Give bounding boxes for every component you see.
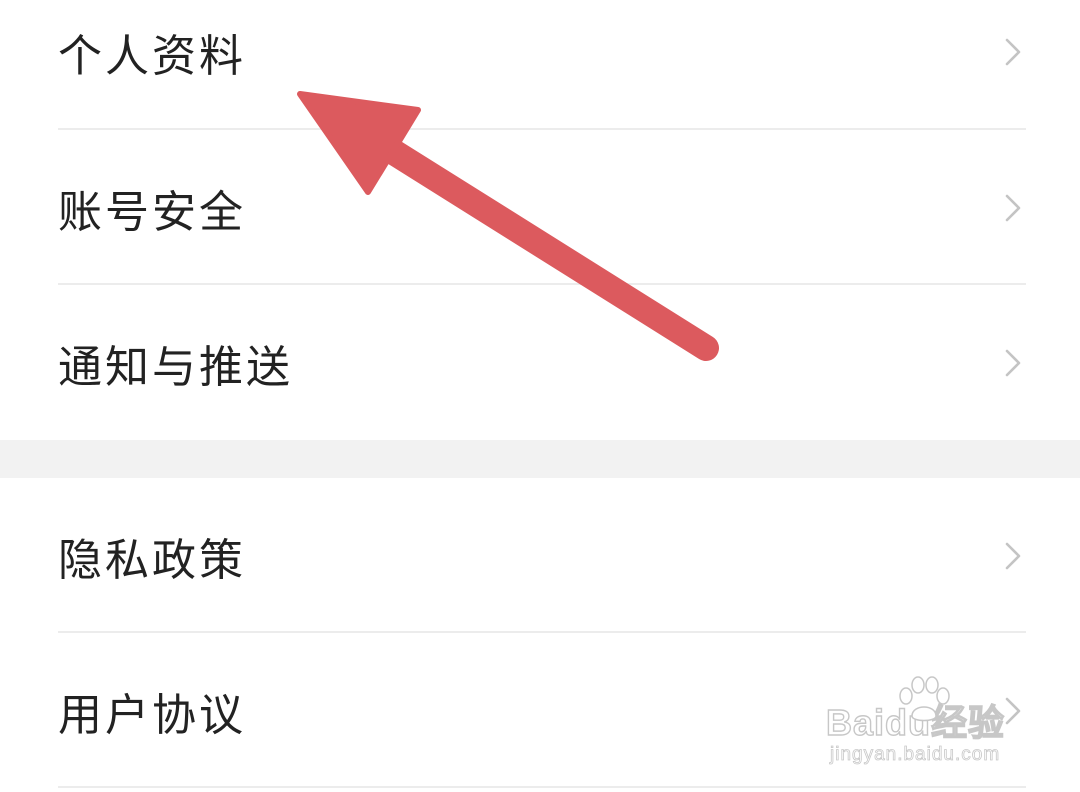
settings-item-notifications[interactable]: 通知与推送 <box>0 285 1080 440</box>
watermark-url: jingyan.baidu.com <box>830 744 1001 766</box>
section-gap <box>0 440 1080 478</box>
settings-item-privacy-policy[interactable]: 隐私政策 <box>0 478 1080 633</box>
chevron-right-icon <box>1005 542 1021 569</box>
row-divider <box>58 786 1026 788</box>
settings-item-label: 个人资料 <box>58 31 246 82</box>
settings-group-account: 个人资料 账号安全 通知与推送 <box>0 0 1080 440</box>
settings-screen: 个人资料 账号安全 通知与推送 隐私政策 用户协议 Baidu经验 jingya… <box>0 0 1080 792</box>
settings-item-label: 隐私政策 <box>58 534 246 586</box>
chevron-right-icon <box>1005 38 1021 66</box>
chevron-right-icon <box>1005 349 1021 376</box>
baidu-jingyan-watermark: Baidu经验 jingyan.baidu.com <box>825 676 1026 776</box>
settings-item-profile[interactable]: 个人资料 <box>0 0 1080 130</box>
settings-item-label: 用户协议 <box>58 689 246 741</box>
settings-item-label: 账号安全 <box>58 186 246 238</box>
chevron-right-icon <box>1005 194 1021 221</box>
settings-item-label: 通知与推送 <box>58 341 293 393</box>
settings-item-account-security[interactable]: 账号安全 <box>0 130 1080 285</box>
paw-icon <box>899 676 950 722</box>
